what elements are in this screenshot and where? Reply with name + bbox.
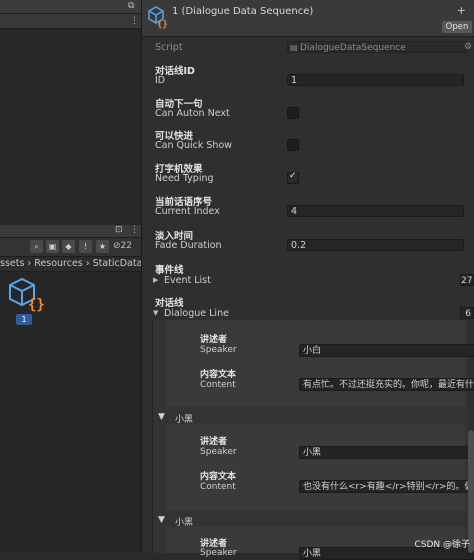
dialogue-line-count[interactable]: 6 — [460, 307, 474, 319]
foldout-closed-icon[interactable]: ▶ — [153, 276, 158, 284]
current-index-label: Current Index — [155, 206, 220, 217]
favorite-icon[interactable]: ★ — [96, 240, 109, 253]
content-label: Content — [200, 380, 236, 390]
search-by-type-icon[interactable]: ⌕ — [30, 240, 43, 253]
lock-icon[interactable]: ⊡ — [115, 225, 123, 236]
id-field[interactable]: 1 — [287, 74, 464, 86]
hierarchy-toolbar: ⋮ — [0, 14, 141, 29]
script-field[interactable]: DialogueDataSequence — [287, 41, 467, 54]
inspector-title: 1 (Dialogue Data Sequence) — [172, 6, 314, 17]
breadcrumb: ssets›Resources›StaticData›D — [0, 257, 141, 272]
speaker-label: Speaker — [200, 447, 237, 457]
list-item-foldout-icon[interactable]: ▼ — [158, 412, 165, 422]
fade-duration-label: Fade Duration — [155, 240, 222, 251]
filter-icon[interactable]: ▣ — [46, 240, 59, 253]
asset-label[interactable]: 1 — [16, 314, 32, 325]
hidden-count: 22 — [120, 241, 132, 251]
inspector-panel: {} 1 (Dialogue Data Sequence) + Open Scr… — [142, 0, 474, 560]
layout-icon[interactable]: ⧉ — [128, 1, 134, 12]
add-icon[interactable]: + — [457, 4, 466, 17]
project-tabbar: ⊡ ⋮ — [0, 225, 141, 238]
content-label-cn: 内容文本 — [200, 370, 237, 380]
quick-show-checkbox[interactable] — [287, 139, 299, 151]
project-panel: ⊡ ⋮ ⌕ ▣ ◆ ! ★ ⊘22 ssets › Resources › Static… — [0, 225, 142, 553]
content-field[interactable]: 也没有什么<r>有趣</r>特别</r>的。偶尔去跑步， — [299, 480, 474, 493]
scrollbar[interactable] — [468, 430, 474, 553]
event-list-label-cn: 事件线 — [155, 265, 184, 276]
list-item: 讲述者 Speaker 小白 内容文本 Content 有点忙。不过还挺充实的。… — [167, 320, 474, 407]
speaker-label: Speaker — [200, 345, 237, 355]
svg-text:{}: {} — [157, 20, 168, 29]
auto-next-label: Can Auton Next — [155, 108, 230, 119]
more-options-icon[interactable]: ⋮ — [130, 16, 139, 27]
script-label: Script — [155, 42, 183, 53]
gear-icon[interactable]: ⚙ — [464, 42, 472, 52]
script-row: Script DialogueDataSequence — [142, 41, 474, 54]
id-label: ID — [155, 75, 166, 86]
list-item-foldout-icon[interactable]: ▼ — [158, 515, 165, 525]
breadcrumb-staticdata[interactable]: StaticData — [93, 258, 141, 269]
event-list-count[interactable]: 27 — [460, 274, 474, 286]
breadcrumb-separator: › — [27, 258, 32, 269]
speaker-label-cn: 讲述者 — [200, 335, 228, 345]
dialogue-line-label[interactable]: Dialogue Line — [164, 308, 229, 319]
fade-duration-field[interactable]: 0.2 — [287, 239, 464, 251]
speaker-field[interactable]: 小白 — [299, 344, 474, 357]
auto-next-checkbox[interactable] — [287, 107, 299, 119]
more-options-icon[interactable]: ⋮ — [130, 225, 139, 236]
list-item: 讲述者 Speaker 小黑 内容文本 Content 也没有什么<r>有趣</… — [167, 424, 474, 510]
project-toolbar: ⌕ ▣ ◆ ! ★ ⊘22 — [0, 238, 141, 257]
current-index-field[interactable]: 4 — [287, 205, 464, 217]
watermark: CSDN @徐子 — [414, 540, 470, 550]
content-label: Content — [200, 482, 236, 492]
speaker-label: Speaker — [200, 548, 237, 558]
breadcrumb-assets[interactable]: ssets — [0, 258, 24, 269]
dialogue-line-list: 讲述者 Speaker 小白 内容文本 Content 有点忙。不过还挺充实的。… — [152, 320, 474, 560]
warning-icon[interactable]: ! — [79, 240, 92, 253]
content-label-cn: 内容文本 — [200, 472, 237, 482]
hierarchy-titlebar: ⧉ — [0, 0, 141, 14]
typing-checkbox[interactable] — [287, 171, 299, 184]
breadcrumb-separator: › — [85, 258, 90, 269]
hidden-count-icon[interactable]: ⊘22 — [113, 241, 132, 252]
hierarchy-panel: ⧉ ⋮ — [0, 0, 142, 225]
speaker-field[interactable]: 小黑 — [299, 446, 474, 459]
open-button[interactable]: Open — [442, 21, 472, 33]
inspector-header: {} 1 (Dialogue Data Sequence) + Open — [142, 0, 474, 37]
content-field[interactable]: 有点忙。不过还挺充实的。你呢，最近有什么新鲜 — [299, 378, 474, 391]
label-icon[interactable]: ◆ — [62, 240, 75, 253]
event-list-label[interactable]: Event List — [164, 275, 211, 286]
dialogue-line-label-cn: 对话线 — [155, 298, 184, 309]
speaker-label-cn: 讲述者 — [200, 437, 228, 447]
scriptable-object-icon: {} — [148, 6, 168, 29]
foldout-open-icon[interactable]: ▼ — [153, 309, 158, 317]
svg-text:{}: {} — [28, 297, 44, 313]
breadcrumb-resources[interactable]: Resources — [34, 258, 83, 269]
typing-label: Need Typing — [155, 173, 214, 184]
quick-show-label: Can Quick Show — [155, 140, 233, 151]
scriptable-object-icon: {} — [9, 277, 45, 313]
